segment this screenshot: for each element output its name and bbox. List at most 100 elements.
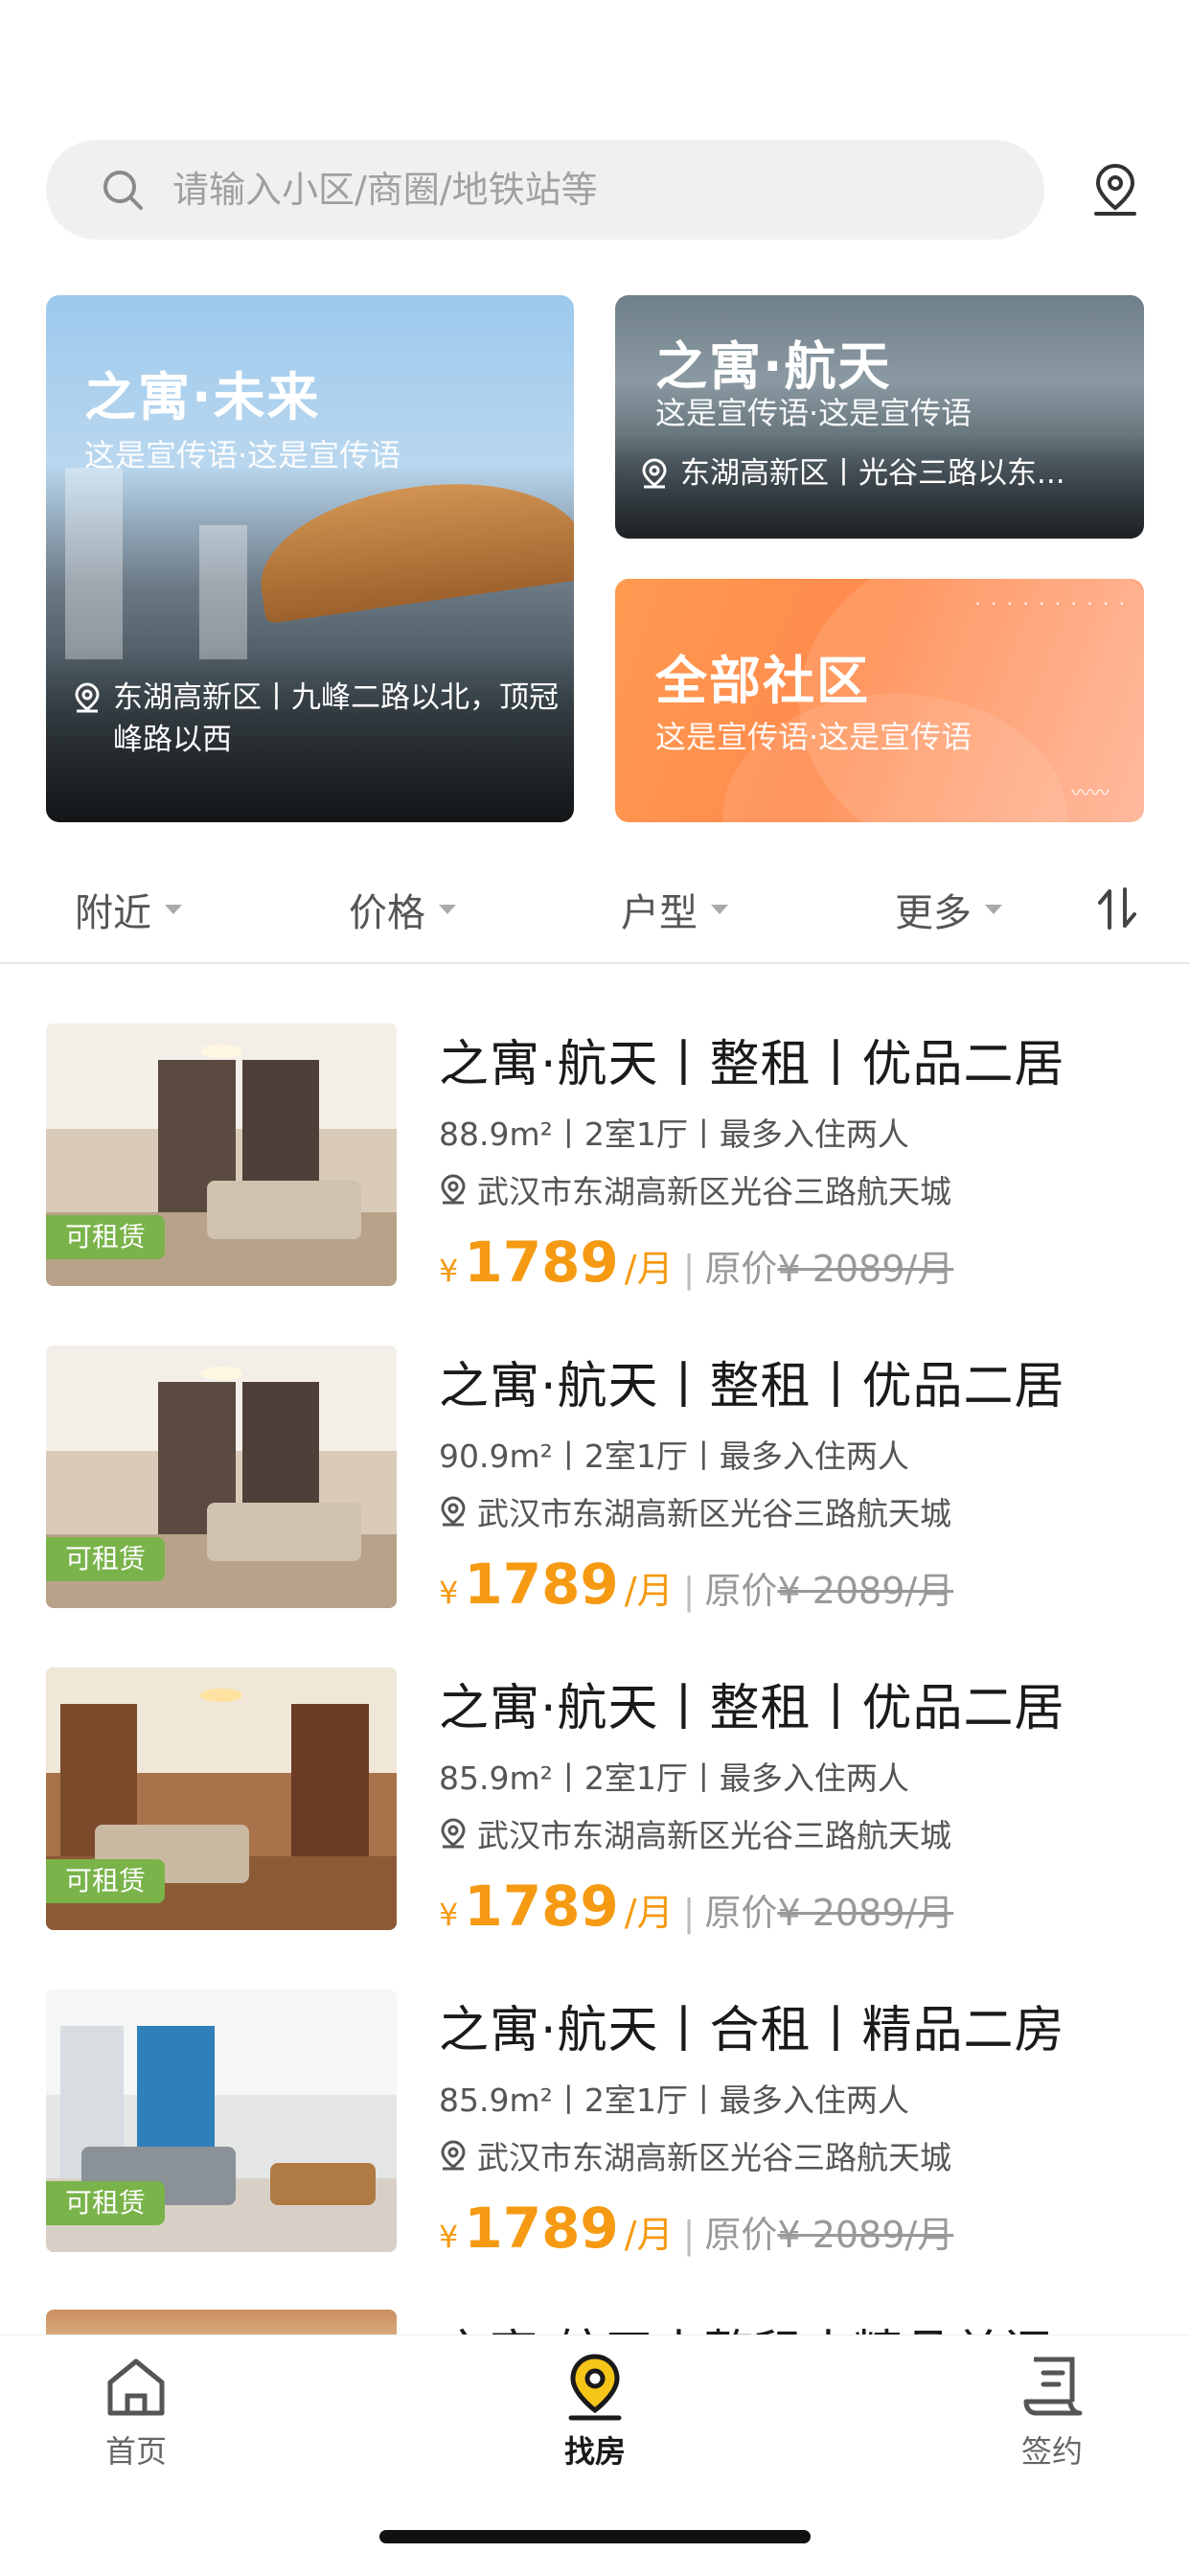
price-row: ¥ 1789 /月 | 原价 ¥ 2089/月 bbox=[439, 1552, 1148, 1617]
location-pin-icon[interactable] bbox=[1087, 161, 1144, 218]
caret-down-icon bbox=[985, 905, 1002, 914]
location-icon bbox=[75, 682, 100, 713]
price-separator: | bbox=[682, 1570, 696, 1612]
price-unit: /月 bbox=[624, 1892, 674, 1934]
price-currency: ¥ bbox=[439, 2219, 459, 2255]
listing-photo: 可租赁 bbox=[46, 1024, 397, 1286]
photo-lamp bbox=[200, 1688, 242, 1702]
contract-icon bbox=[1016, 2351, 1088, 2424]
listing-title: 之寓·航天丨整租丨优品二居 bbox=[439, 1358, 1065, 1415]
banner-address-text: 东湖高新区丨光谷三路以东... bbox=[680, 456, 1065, 491]
price-unit: /月 bbox=[624, 2214, 674, 2256]
price-value: 1789 bbox=[464, 2196, 619, 2261]
listing-card[interactable]: 可租赁 之寓·航天丨整租丨优品二居 90.9m²丨2室1厅丨最多入住两人 武汉市… bbox=[0, 1324, 1190, 1646]
listing-title: 之寓·航天丨整租丨优品二居 bbox=[439, 1036, 1065, 1093]
banner-title: 之寓·未来 bbox=[84, 367, 321, 427]
price-currency: ¥ bbox=[439, 1897, 459, 1933]
search-box[interactable] bbox=[46, 140, 1044, 240]
original-price-label: 原价 bbox=[704, 1248, 778, 1290]
filter-price[interactable]: 价格 bbox=[349, 882, 456, 937]
listing-title: 之寓·航天丨合租丨精品二房 bbox=[439, 2002, 1065, 2059]
banner-all-communities[interactable]: · · · · · · · · · · 〰〰 全部社区 这是宣传语·这是宣传语 bbox=[615, 579, 1144, 822]
sort-icon[interactable] bbox=[1090, 882, 1144, 935]
filter-layout[interactable]: 户型 bbox=[621, 882, 728, 937]
tab-label: 签约 bbox=[1020, 2433, 1083, 2470]
price-separator: | bbox=[682, 2214, 696, 2256]
search-input[interactable] bbox=[172, 169, 1016, 211]
status-badge: 可租赁 bbox=[46, 1859, 166, 1903]
listing-card[interactable]: 可租赁 之寓·航天丨整租丨优品二居 85.9m²丨2室1厅丨最多入住两人 武汉市… bbox=[0, 1646, 1190, 1968]
status-badge: 可租赁 bbox=[46, 1215, 166, 1259]
banner-address: 东湖高新区丨光谷三路以东... bbox=[640, 452, 1129, 494]
building-shape bbox=[199, 525, 247, 659]
price-currency: ¥ bbox=[439, 1575, 459, 1611]
tab-label: 找房 bbox=[563, 2433, 626, 2470]
banner-aerospace[interactable]: 之寓·航天 这是宣传语·这是宣传语 东湖高新区丨光谷三路以东... bbox=[615, 295, 1144, 539]
listing-meta: 88.9m²丨2室1厅丨最多入住两人 bbox=[439, 1116, 909, 1153]
home-icon bbox=[100, 2351, 172, 2424]
listing-info: 之寓·航天丨合租丨精品二房 85.9m²丨2室1厅丨最多入住两人 武汉市东湖高新… bbox=[439, 1990, 1148, 2261]
banner-future[interactable]: 之寓·未来 这是宣传语·这是宣传语 东湖高新区丨九峰二路以北，顶冠峰路以西 bbox=[46, 295, 574, 822]
original-price-label: 原价 bbox=[704, 1570, 778, 1612]
listing-address-text: 武汉市东湖高新区光谷三路航天城 bbox=[477, 1173, 951, 1210]
banner-address-text: 东湖高新区丨九峰二路以北，顶冠峰路以西 bbox=[113, 680, 559, 757]
filter-more[interactable]: 更多 bbox=[895, 882, 1002, 937]
listing-info: 之寓·航天丨整租丨优品二居 90.9m²丨2室1厅丨最多入住两人 武汉市东湖高新… bbox=[439, 1346, 1148, 1617]
listing-address: 武汉市东湖高新区光谷三路航天城 bbox=[439, 1488, 1148, 1534]
building-shape bbox=[65, 468, 123, 659]
listing-card[interactable]: 可租赁 之寓·航天丨整租丨优品二居 88.9m²丨2室1厅丨最多入住两人 武汉市… bbox=[0, 1002, 1190, 1324]
tab-sign[interactable]: 签约 bbox=[956, 2351, 1148, 2472]
filter-label: 更多 bbox=[895, 891, 972, 935]
tab-label: 首页 bbox=[104, 2433, 167, 2470]
caret-down-icon bbox=[711, 905, 728, 914]
photo-lamp bbox=[200, 1366, 242, 1380]
banner-slogan: 这是宣传语·这是宣传语 bbox=[655, 395, 973, 431]
price-unit: /月 bbox=[624, 1248, 674, 1290]
photo-sofa bbox=[207, 1503, 362, 1561]
decor-dots: · · · · · · · · · · bbox=[974, 592, 1127, 615]
price-row: ¥ 1789 /月 | 原价 ¥ 2089/月 bbox=[439, 1230, 1148, 1295]
listing-address: 武汉市东湖高新区光谷三路航天城 bbox=[439, 2132, 1148, 2178]
listing-list: 可租赁 之寓·航天丨整租丨优品二居 88.9m²丨2室1厅丨最多入住两人 武汉市… bbox=[0, 1002, 1190, 2290]
original-price: ¥ 2089/月 bbox=[777, 1892, 954, 1934]
listing-address: 武汉市东湖高新区光谷三路航天城 bbox=[439, 1810, 1148, 1856]
listing-meta: 85.9m²丨2室1厅丨最多入住两人 bbox=[439, 1760, 909, 1797]
filter-label: 户型 bbox=[621, 891, 698, 935]
location-icon bbox=[441, 1496, 466, 1527]
search-icon bbox=[100, 167, 146, 213]
location-icon bbox=[441, 2140, 466, 2171]
banner-title: 全部社区 bbox=[655, 651, 870, 711]
filter-label: 价格 bbox=[349, 891, 425, 935]
tab-find[interactable]: 找房 bbox=[499, 2351, 691, 2472]
filter-bar: 附近 价格 户型 更多 bbox=[0, 855, 1190, 964]
caret-down-icon bbox=[165, 905, 182, 914]
decor-zigzag: 〰〰 bbox=[1071, 781, 1110, 804]
status-badge: 可租赁 bbox=[46, 2181, 166, 2225]
original-price-label: 原价 bbox=[704, 1892, 778, 1934]
tab-home[interactable]: 首页 bbox=[40, 2351, 232, 2472]
price-separator: | bbox=[682, 1892, 696, 1934]
listing-address: 武汉市东湖高新区光谷三路航天城 bbox=[439, 1166, 1148, 1212]
price-row: ¥ 1789 /月 | 原价 ¥ 2089/月 bbox=[439, 2196, 1148, 2261]
listing-photo: 可租赁 bbox=[46, 1346, 397, 1608]
listing-address-text: 武汉市东湖高新区光谷三路航天城 bbox=[477, 1817, 951, 1854]
listing-title: 之寓·航天丨整租丨精品单间 bbox=[439, 2313, 1053, 2334]
price-separator: | bbox=[682, 1248, 696, 1290]
listing-photo bbox=[46, 2310, 397, 2334]
original-price: ¥ 2089/月 bbox=[777, 2214, 954, 2256]
listing-card[interactable]: 可租赁 之寓·航天丨合租丨精品二房 85.9m²丨2室1厅丨最多入住两人 武汉市… bbox=[0, 1968, 1190, 2290]
filter-nearby[interactable]: 附近 bbox=[75, 882, 182, 937]
price-value: 1789 bbox=[464, 1874, 619, 1939]
filter-label: 附近 bbox=[75, 891, 151, 935]
arch-structure bbox=[250, 464, 574, 625]
listing-card-partial[interactable]: 之寓·航天丨整租丨精品单间 bbox=[0, 2310, 1190, 2334]
price-currency: ¥ bbox=[439, 1253, 459, 1289]
caret-down-icon bbox=[439, 905, 456, 914]
listing-address-text: 武汉市东湖高新区光谷三路航天城 bbox=[477, 2139, 951, 2176]
location-pin-icon bbox=[559, 2351, 631, 2424]
listing-title: 之寓·航天丨整租丨优品二居 bbox=[439, 1680, 1065, 1737]
location-icon bbox=[441, 1174, 466, 1205]
status-badge: 可租赁 bbox=[46, 1537, 166, 1581]
banner-slogan: 这是宣传语·这是宣传语 bbox=[84, 437, 401, 473]
listing-meta: 90.9m²丨2室1厅丨最多入住两人 bbox=[439, 1438, 909, 1475]
